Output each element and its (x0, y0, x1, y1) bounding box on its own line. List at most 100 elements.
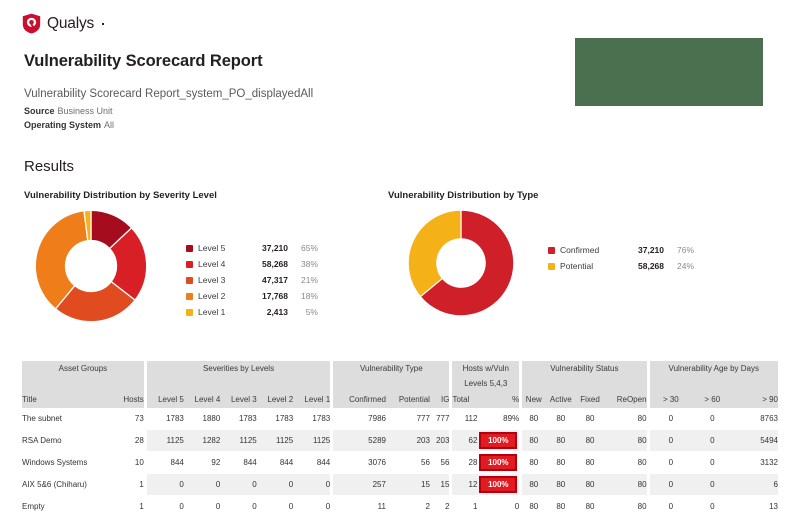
cell-confirmed: 5289 (331, 429, 386, 452)
table-row[interactable]: AIX 5&6 (Chiharu) 1 0 0 0 0 0 257 15 15 12 100% 80 80… (22, 473, 778, 496)
status-badge: 100% (479, 476, 518, 493)
col-header-level4[interactable]: Level 4 (183, 391, 221, 408)
legend-severity: Level 5 37,210 65% Level 4 58,268 38% Level 3 4… (186, 240, 318, 320)
cell-total: 112 (450, 408, 478, 430)
qualys-logo-text: Qualys (47, 14, 95, 32)
legend-value: 47,317 (262, 275, 288, 285)
qualys-shield-icon (22, 13, 41, 34)
col-header-gt90[interactable]: > 90 (732, 391, 778, 408)
group-header-severities: Severities by Levels (145, 361, 334, 376)
cell-hosts: 1 (114, 495, 147, 518)
col-header-level1[interactable]: Level 1 (293, 391, 334, 408)
cell-hosts: 10 (114, 451, 147, 474)
cell-ig: 56 (429, 451, 453, 474)
cell-d60: 0 (692, 495, 733, 518)
col-header-ig[interactable]: IG (429, 391, 453, 408)
cell-new: 80 (520, 429, 546, 452)
cell-pct: 89% (477, 408, 523, 430)
status-badge: 100% (479, 454, 518, 471)
cell-reopen: 80 (603, 495, 650, 518)
cell-level5: 844 (145, 451, 184, 474)
cell-fixed: 80 (576, 429, 604, 452)
cell-fixed: 80 (576, 473, 604, 496)
table-group-header-row-2: Levels 5,4,3 (22, 376, 778, 391)
cell-d30: 0 (648, 495, 693, 518)
cell-pct: 100% (477, 473, 523, 496)
col-header-gt30[interactable]: > 30 (648, 391, 693, 408)
table-row[interactable]: RSA Demo 28 1125 1282 1125 1125 1125 5289 203 203… (22, 429, 778, 452)
legend-swatch-icon (548, 262, 555, 270)
cell-level5: 0 (145, 473, 184, 496)
donut-chart-type (406, 208, 516, 318)
cell-reopen: 80 (603, 451, 650, 474)
col-header-title[interactable]: Title (22, 391, 115, 408)
cell-level5: 0 (145, 495, 184, 518)
legend-value: 17,768 (262, 291, 288, 301)
cell-level1: 0 (293, 473, 334, 496)
table-row[interactable]: Empty 1 0 0 0 0 0 11 2 2 1 0 80 80 80 80 0 0 13 (22, 495, 778, 518)
legend-value: 37,210 (638, 245, 664, 255)
cell-d90: 6 (732, 473, 778, 496)
col-header-gt60[interactable]: > 60 (692, 391, 733, 408)
cell-active: 80 (545, 429, 577, 452)
meta-os-key: Operating System (24, 120, 102, 130)
cell-total: 62 (450, 429, 478, 452)
cell-new: 80 (520, 451, 546, 474)
legend-item: Level 4 58,268 38% (186, 256, 318, 272)
cell-d90: 8763 (732, 408, 778, 430)
legend-percent: 21% (300, 275, 318, 285)
cell-fixed: 80 (576, 495, 604, 518)
cell-ig: 2 (429, 495, 453, 518)
table-row[interactable]: The subnet 73 1783 1880 1783 1783 1783 7986 777 7… (22, 408, 778, 430)
cell-ig: 777 (429, 408, 453, 430)
legend-item: Level 2 17,768 18% (186, 288, 318, 304)
cell-level4: 1282 (183, 429, 221, 452)
col-header-fixed[interactable]: Fixed (576, 391, 604, 408)
cell-d90: 3132 (732, 451, 778, 474)
col-header-confirmed[interactable]: Confirmed (331, 391, 386, 408)
table-row[interactable]: Windows Systems 10 844 92 844 844 844 3076 56 56 2… (22, 451, 778, 474)
report-subtitle: Vulnerability Scorecard Report_system_PO… (24, 88, 314, 100)
col-header-level5[interactable]: Level 5 (145, 391, 184, 408)
cell-pct: 0 (477, 495, 523, 518)
col-header-pct[interactable]: % (477, 391, 523, 408)
cell-title: AIX 5&6 (Chiharu) (22, 473, 115, 496)
col-header-active[interactable]: Active (545, 391, 577, 408)
cell-confirmed: 257 (331, 473, 386, 496)
legend-value: 58,268 (638, 261, 664, 271)
col-header-level3[interactable]: Level 3 (220, 391, 257, 408)
cell-new: 80 (520, 473, 546, 496)
meta-source-key: Source (24, 106, 55, 116)
status-badge: 100% (479, 432, 518, 449)
col-header-new[interactable]: New (520, 391, 546, 408)
legend-swatch-icon (186, 308, 193, 316)
cell-total: 12 (450, 473, 478, 496)
cell-pct: 100% (477, 451, 523, 474)
group-header-hosts-wvuln-line1: Hosts w/Vuln (462, 364, 509, 373)
legend-label: Level 3 (198, 275, 226, 285)
cell-level4: 0 (183, 473, 221, 496)
cell-d90: 13 (732, 495, 778, 518)
col-header-total[interactable]: Total (450, 391, 478, 408)
donut-slice-potential (407, 209, 462, 298)
group-header-vuln-type: Vulnerability Type (331, 361, 453, 376)
cell-active: 80 (545, 495, 577, 518)
cell-potential: 203 (385, 429, 430, 452)
cell-reopen: 80 (603, 473, 650, 496)
col-header-level2[interactable]: Level 2 (256, 391, 294, 408)
col-header-potential[interactable]: Potential (385, 391, 430, 408)
table-head: Asset Groups Severities by Levels Vulner… (22, 361, 778, 408)
cell-new: 80 (520, 495, 546, 518)
col-header-hosts[interactable]: Hosts (114, 391, 147, 408)
cell-level2: 0 (256, 473, 294, 496)
cell-title: Empty (22, 495, 115, 518)
cell-level3: 1125 (220, 429, 257, 452)
col-header-reopen[interactable]: ReOpen (603, 391, 650, 408)
legend-swatch-icon (548, 246, 555, 254)
legend-label: Level 5 (198, 243, 226, 253)
cell-level3: 0 (220, 495, 257, 518)
cell-hosts: 1 (114, 473, 147, 496)
cell-d60: 0 (692, 473, 733, 496)
legend-swatch-icon (186, 276, 193, 284)
cell-hosts: 73 (114, 408, 147, 430)
